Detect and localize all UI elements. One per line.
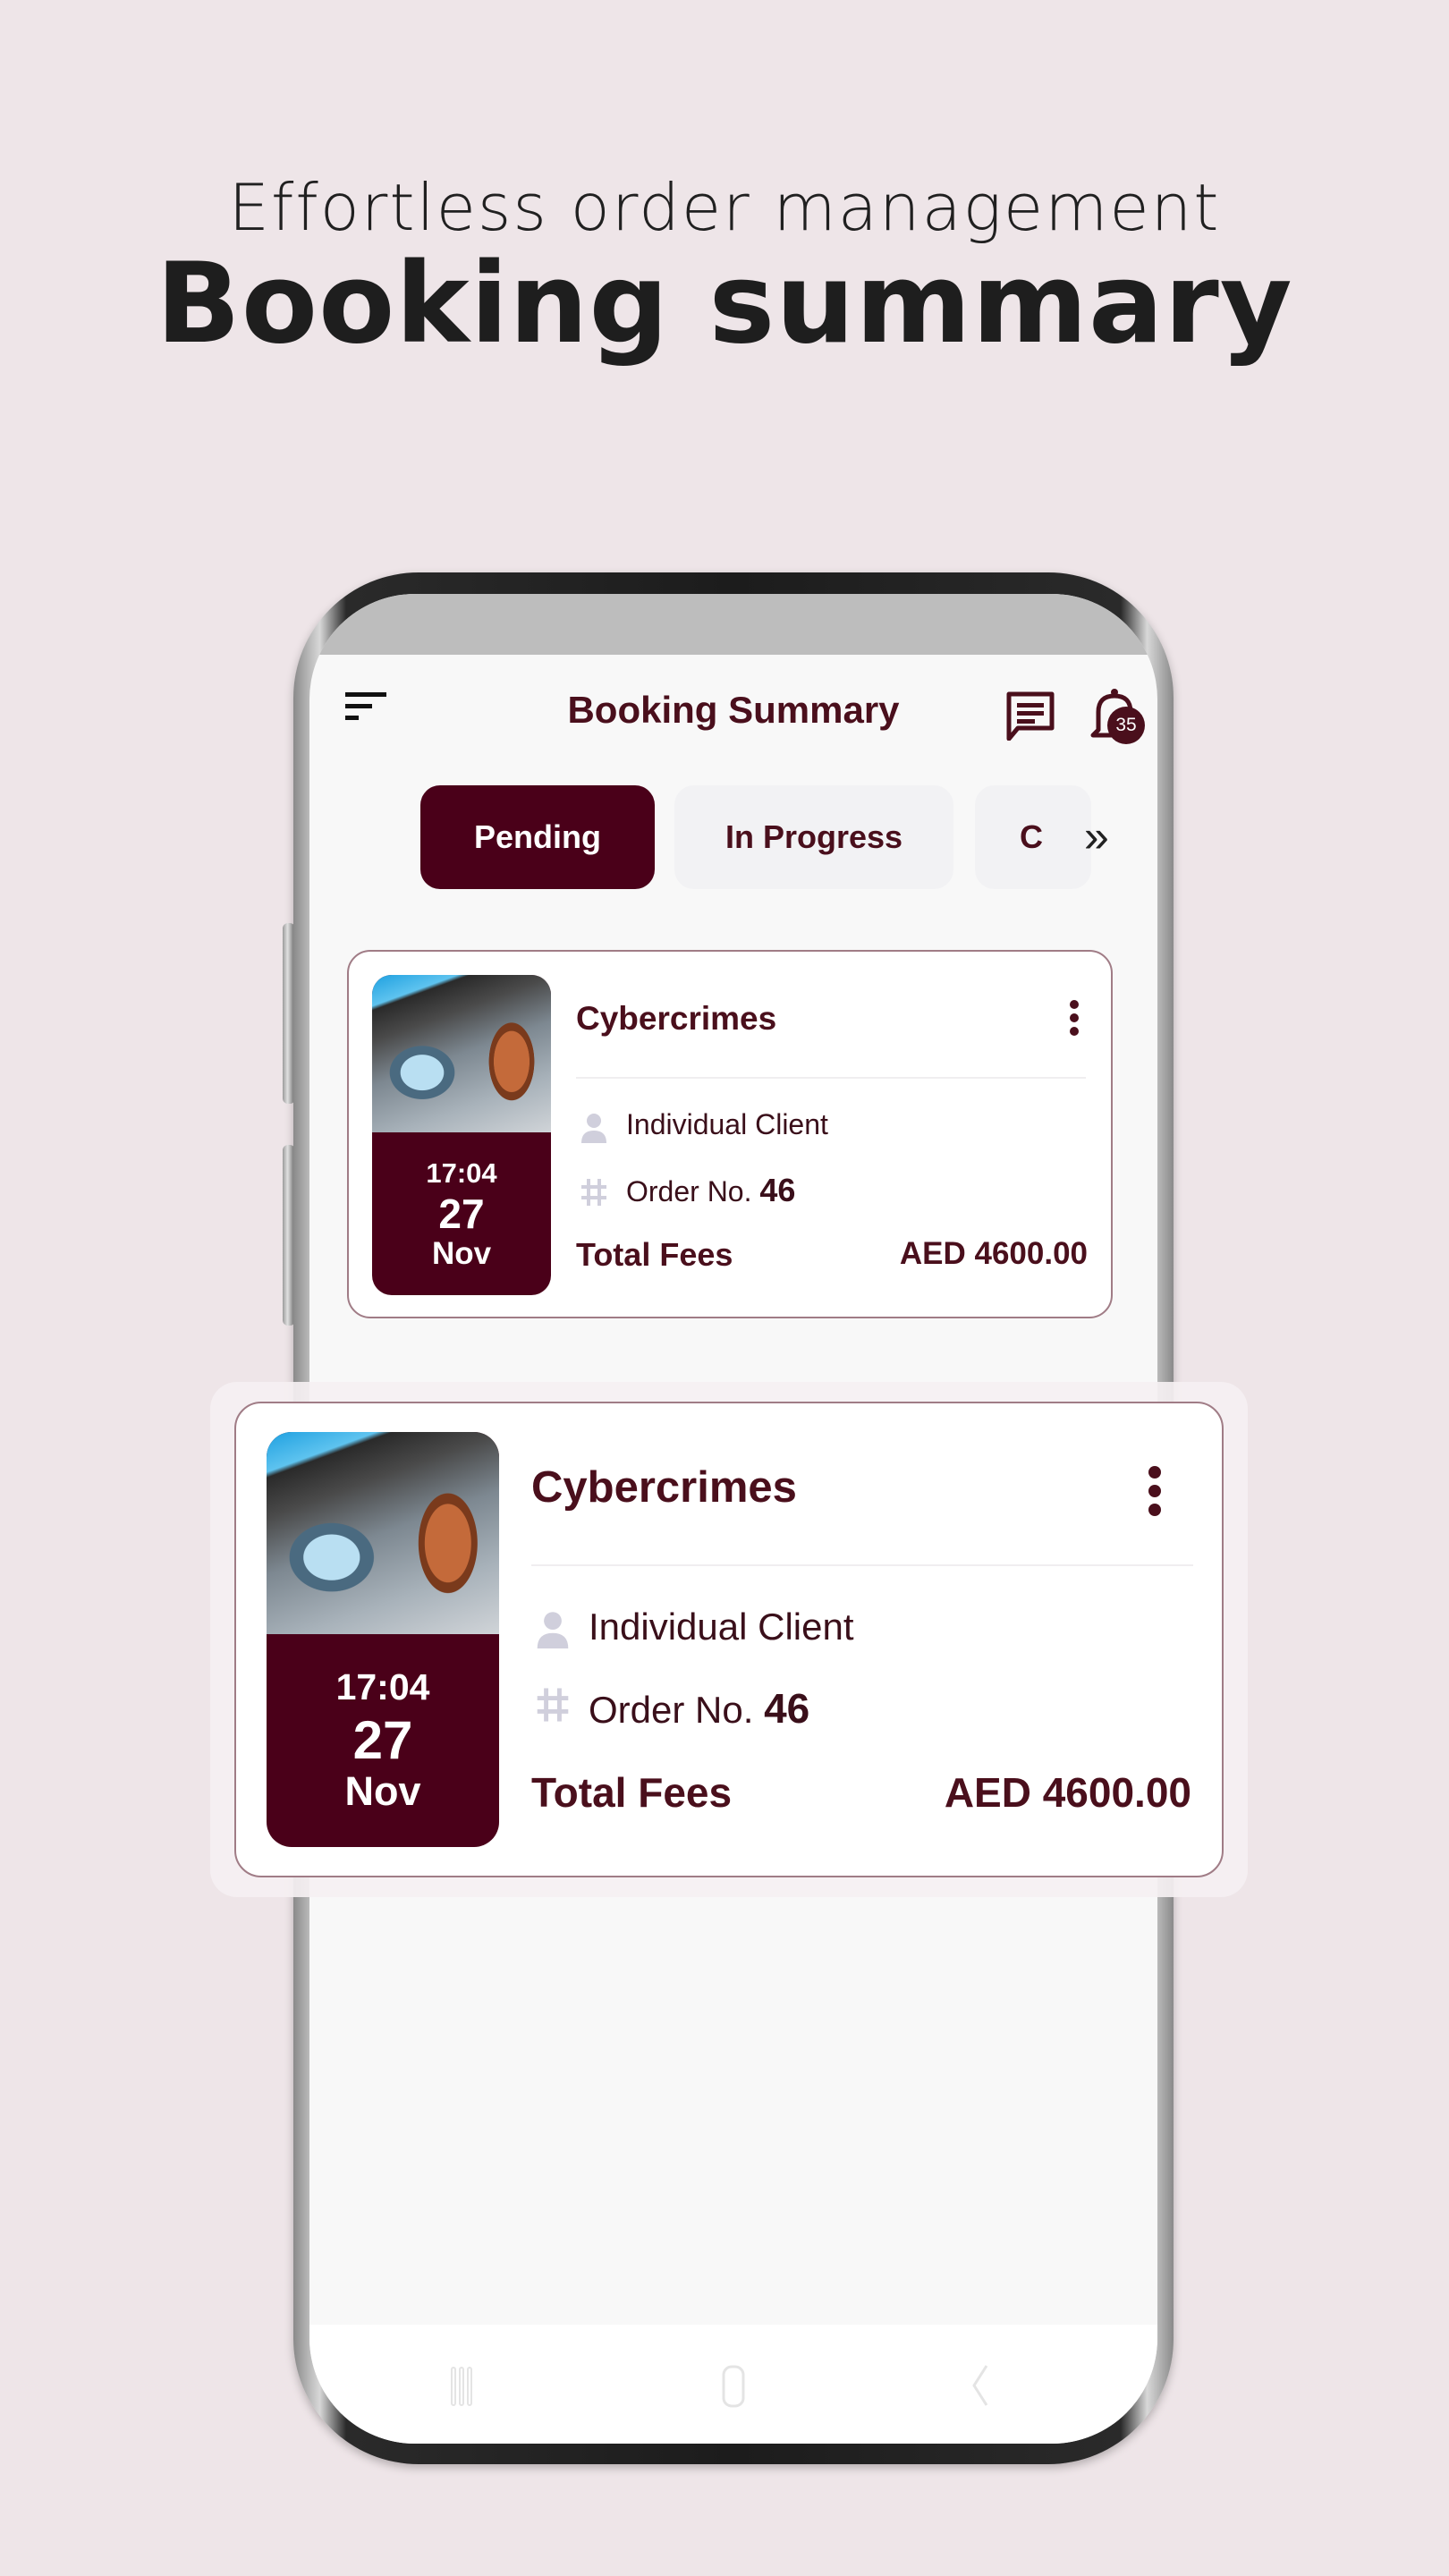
booking-thumbnail: 17:04 27 Nov bbox=[267, 1432, 499, 1847]
person-icon bbox=[581, 1114, 606, 1143]
tabs-scroll-more-icon[interactable]: » bbox=[1084, 810, 1109, 862]
system-nav-bar bbox=[309, 2325, 1157, 2444]
more-options-icon[interactable] bbox=[1148, 1466, 1161, 1522]
client-type: Individual Client bbox=[626, 1108, 828, 1140]
status-tabs: Pending In Progress C » bbox=[309, 785, 1157, 891]
order-label: Order No. bbox=[589, 1689, 754, 1731]
tab-completed-partial[interactable]: C bbox=[975, 785, 1091, 889]
total-fees-value: AED 4600.00 bbox=[944, 1769, 1191, 1816]
booking-month: Nov bbox=[344, 1768, 421, 1814]
order-number-value: 46 bbox=[764, 1685, 810, 1732]
booking-time: 17:04 bbox=[335, 1666, 430, 1707]
total-fees-label: Total Fees bbox=[576, 1236, 733, 1273]
hash-icon bbox=[581, 1179, 606, 1206]
status-bar bbox=[309, 594, 1157, 655]
tab-pending[interactable]: Pending bbox=[420, 785, 655, 889]
booking-time: 17:04 bbox=[426, 1157, 497, 1189]
booking-category: Cybercrimes bbox=[576, 1000, 777, 1037]
home-icon[interactable] bbox=[722, 2365, 745, 2408]
booking-month: Nov bbox=[431, 1236, 492, 1271]
hero-title: Booking summary bbox=[156, 240, 1293, 369]
total-fees-value: AED 4600.00 bbox=[899, 1236, 1088, 1271]
back-icon[interactable] bbox=[971, 2364, 989, 2407]
recent-apps-icon[interactable] bbox=[451, 2366, 472, 2407]
card-divider bbox=[531, 1564, 1193, 1566]
app-header: Booking Summary 35 bbox=[309, 655, 1157, 771]
cybercrime-image bbox=[267, 1432, 499, 1634]
more-options-icon[interactable] bbox=[1070, 1000, 1079, 1040]
card-divider bbox=[576, 1077, 1086, 1079]
booking-card[interactable]: 17:04 27 Nov Cybercrimes Individual Clie… bbox=[347, 950, 1113, 1318]
notification-badge: 35 bbox=[1107, 707, 1145, 744]
cybercrime-image bbox=[372, 975, 551, 1132]
client-type: Individual Client bbox=[589, 1606, 854, 1648]
order-number: Order No. 46 bbox=[626, 1172, 795, 1209]
message-icon[interactable] bbox=[1005, 691, 1055, 741]
person-icon bbox=[537, 1612, 569, 1648]
booking-day: 27 bbox=[352, 1710, 413, 1770]
booking-category: Cybercrimes bbox=[531, 1463, 797, 1512]
order-number: Order No. 46 bbox=[589, 1684, 809, 1733]
tab-in-progress[interactable]: In Progress bbox=[674, 785, 953, 889]
total-fees-label: Total Fees bbox=[531, 1769, 733, 1816]
booking-thumbnail: 17:04 27 Nov bbox=[372, 975, 551, 1295]
booking-day: 27 bbox=[438, 1191, 485, 1237]
order-label: Order No. bbox=[626, 1175, 752, 1208]
hash-icon bbox=[537, 1688, 569, 1722]
highlight-booking-card[interactable]: 17:04 27 Nov Cybercrimes Individual Clie… bbox=[234, 1402, 1224, 1877]
hero-subtitle: Effortless order management bbox=[228, 170, 1221, 245]
order-number-value: 46 bbox=[759, 1172, 796, 1208]
